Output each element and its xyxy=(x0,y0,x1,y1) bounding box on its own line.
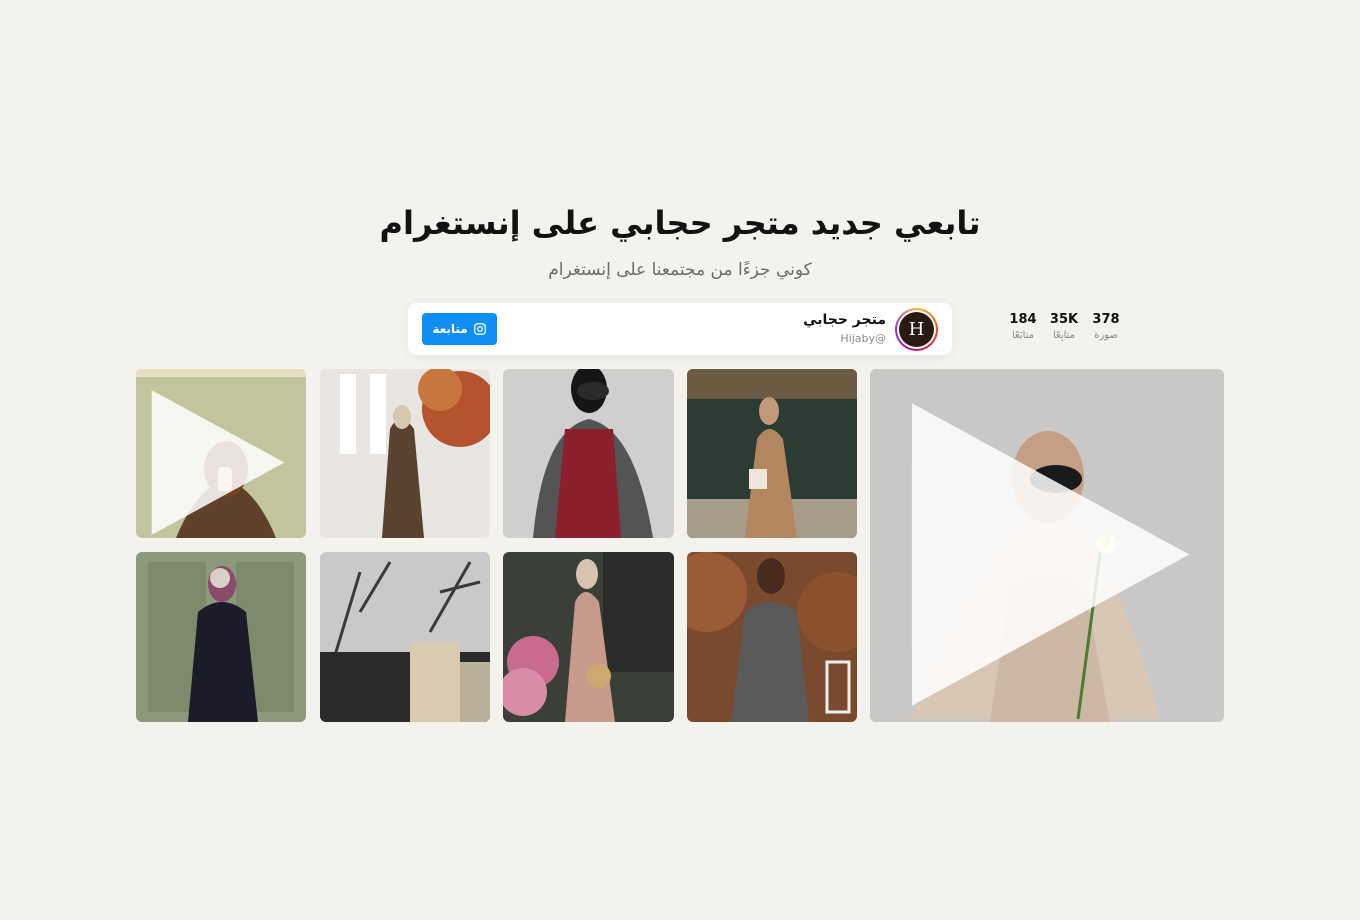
post-3[interactable] xyxy=(320,369,490,538)
play-icon xyxy=(911,403,1190,706)
stat-posts-label: صورة xyxy=(1094,330,1118,341)
post-7-image xyxy=(320,552,490,722)
instagram-feed-section: تابعي جديد متجر حجابي على إنستغرام كوني … xyxy=(0,0,1360,920)
post-6[interactable] xyxy=(503,552,674,722)
section-subtitle: كوني جزءًا من مجتمعنا على إنستغرام xyxy=(548,260,812,280)
stat-posts-value: 378 xyxy=(1092,312,1120,327)
instagram-icon xyxy=(473,323,486,335)
post-5[interactable] xyxy=(687,552,857,722)
stat-followers-value: 35K xyxy=(1049,312,1079,327)
post-2-image xyxy=(503,369,674,538)
account-name[interactable]: متجر حجابي xyxy=(803,312,886,328)
avatar[interactable]: H xyxy=(895,308,938,351)
post-5-image xyxy=(687,552,857,722)
section-title: تابعي جديد متجر حجابي على إنستغرام xyxy=(379,204,981,242)
follow-button[interactable]: متابعة xyxy=(422,313,497,345)
follow-label: متابعة xyxy=(432,322,468,336)
post-8[interactable] xyxy=(136,552,306,722)
stat-followers: 35K متابِعًا xyxy=(1044,312,1084,341)
post-1-image xyxy=(687,369,857,538)
post-7[interactable] xyxy=(320,552,490,722)
profile-bar: H متجر حجابي Hijaby@ 378 صورة 35K متابِع… xyxy=(408,303,1120,355)
featured-post[interactable] xyxy=(870,369,1224,722)
post-8-image xyxy=(136,552,306,722)
post-1[interactable] xyxy=(687,369,857,538)
stat-following-value: 184 xyxy=(1009,312,1037,327)
stat-followers-label: متابِعًا xyxy=(1052,330,1076,341)
play-icon xyxy=(151,390,285,535)
stat-following-label: متابَعًا xyxy=(1011,330,1035,341)
account-handle: Hijaby@ xyxy=(840,332,886,345)
post-3-image xyxy=(320,369,490,538)
stat-following: 184 متابَعًا xyxy=(1003,312,1043,341)
avatar-letter: H xyxy=(899,312,934,347)
post-6-image xyxy=(503,552,674,722)
post-2[interactable] xyxy=(503,369,674,538)
stat-posts: 378 صورة xyxy=(1086,312,1126,341)
post-4[interactable] xyxy=(136,369,306,538)
